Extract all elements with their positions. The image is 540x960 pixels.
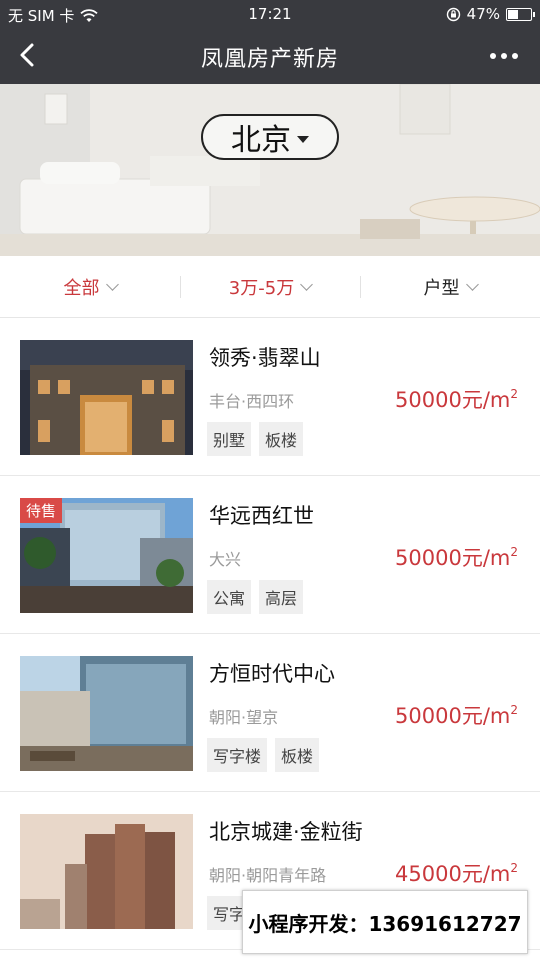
city-name: 北京 xyxy=(231,123,291,158)
listing-price-value: 50000元/m xyxy=(395,546,511,570)
price-unit-superscript: 2 xyxy=(510,387,518,401)
listing-district: 朝阳·望京 xyxy=(209,708,279,727)
more-menu-icon[interactable] xyxy=(490,53,518,59)
hero-banner: 北京 xyxy=(0,84,540,256)
listing-tags: 写字楼 板楼 xyxy=(207,738,320,772)
chevron-down-icon xyxy=(300,277,314,291)
listing-name: 领秀·翡翠山 xyxy=(209,346,321,370)
listing-item[interactable]: 方恒时代中心 朝阳·望京 50000元/m2 写字楼 板楼 xyxy=(0,634,540,792)
city-selector[interactable]: 北京 xyxy=(201,114,339,160)
battery-percent: 47% xyxy=(466,5,500,23)
listing-tags: 公寓 高层 xyxy=(207,580,304,614)
listing-photo xyxy=(20,814,193,929)
listing-tag: 写字楼 xyxy=(207,738,268,772)
filter-all-label: 全部 xyxy=(63,277,100,299)
orientation-lock-icon xyxy=(446,7,460,21)
status-right: 47% xyxy=(446,5,535,23)
price-unit-superscript: 2 xyxy=(510,861,518,875)
caret-down-icon xyxy=(297,135,309,143)
listing-item[interactable]: 领秀·翡翠山 丰台·西四环 50000元/m2 别墅 板楼 xyxy=(0,318,540,476)
listing-tag: 板楼 xyxy=(259,422,304,456)
listing-list: 领秀·翡翠山 丰台·西四环 50000元/m2 别墅 板楼 待售 华远西红世 大… xyxy=(0,318,540,950)
listing-price-value: 50000元/m xyxy=(395,388,511,412)
filter-price-label: 3万-5万 xyxy=(228,277,295,299)
listing-tag: 高层 xyxy=(259,580,304,614)
filter-price[interactable]: 3万-5万 xyxy=(180,256,360,317)
listing-tag: 别墅 xyxy=(207,422,252,456)
status-bar: 无 SIM 卡 17:21 47% xyxy=(0,0,540,28)
listing-name: 华远西红世 xyxy=(209,504,314,528)
listing-tags: 别墅 板楼 xyxy=(207,422,304,456)
listing-photo xyxy=(20,656,193,771)
nav-bar: 凤凰房产新房 xyxy=(0,28,540,84)
listing-district: 朝阳·朝阳青年路 xyxy=(209,866,327,885)
filter-layout-label: 户型 xyxy=(423,277,460,299)
listing-tag: 公寓 xyxy=(207,580,252,614)
listing-price: 50000元/m2 xyxy=(395,700,518,730)
hero-background-image xyxy=(0,84,540,256)
status-badge: 待售 xyxy=(20,498,63,523)
listing-name: 方恒时代中心 xyxy=(209,662,335,686)
listing-price-value: 50000元/m xyxy=(395,704,511,728)
page-title: 凤凰房产新房 xyxy=(200,47,339,72)
listing-district: 丰台·西四环 xyxy=(209,392,295,411)
listing-district: 大兴 xyxy=(209,550,242,569)
price-unit-superscript: 2 xyxy=(510,545,518,559)
listing-price: 50000元/m2 xyxy=(395,384,518,414)
listing-tag: 板楼 xyxy=(275,738,320,772)
price-unit-superscript: 2 xyxy=(510,703,518,717)
listing-photo xyxy=(20,340,193,455)
chevron-down-icon xyxy=(105,277,119,291)
filter-all[interactable]: 全部 xyxy=(0,256,180,317)
listing-item[interactable]: 待售 华远西红世 大兴 50000元/m2 公寓 高层 xyxy=(0,476,540,634)
listing-price: 50000元/m2 xyxy=(395,542,518,572)
filter-bar: 全部 3万-5万 户型 xyxy=(0,256,540,318)
battery-icon xyxy=(506,7,535,21)
listing-price-value: 45000元/m xyxy=(395,862,511,886)
battery-fill xyxy=(508,9,518,19)
listing-price: 45000元/m2 xyxy=(395,858,518,888)
chevron-down-icon xyxy=(465,277,479,291)
filter-layout[interactable]: 户型 xyxy=(360,256,540,317)
listing-name: 北京城建·金粒街 xyxy=(209,820,363,844)
promo-banner: 小程序开发：13691612727 xyxy=(242,890,528,954)
